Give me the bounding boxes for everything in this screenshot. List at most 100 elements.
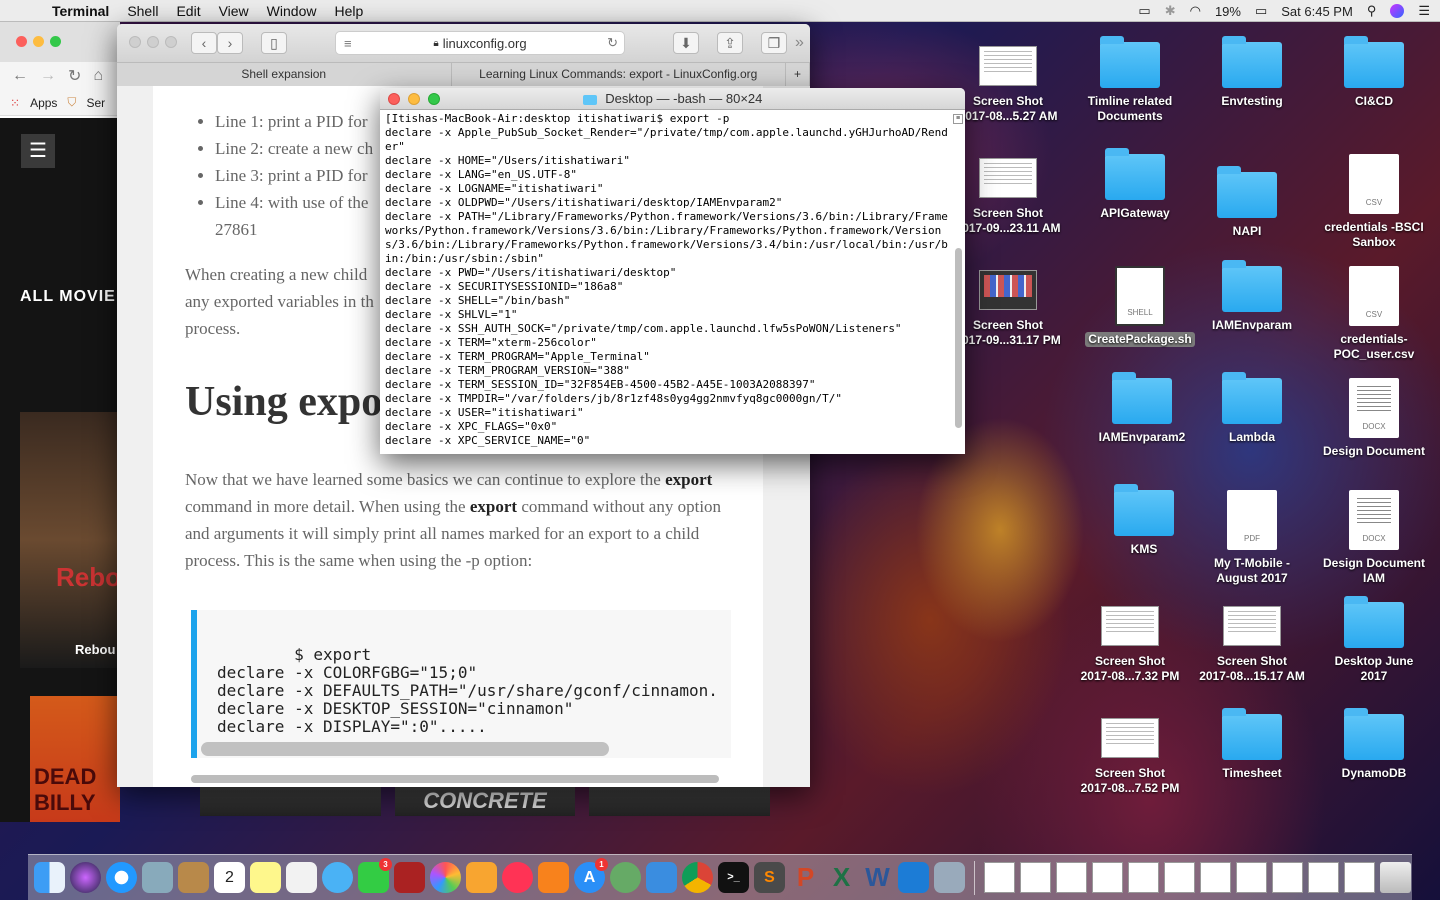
terminal-icon[interactable]: >_: [718, 862, 749, 893]
notification-center-icon[interactable]: ☰: [1418, 3, 1430, 19]
menu-help[interactable]: Help: [334, 3, 363, 19]
share-icon[interactable]: ⇪: [717, 32, 743, 54]
sublime-text-icon[interactable]: S: [754, 862, 785, 893]
minimized-window[interactable]: [1056, 862, 1087, 893]
desktop-item[interactable]: Timline related Documents: [1070, 36, 1190, 124]
desktop-item[interactable]: Lambda: [1192, 372, 1312, 445]
siri-icon[interactable]: [70, 862, 101, 893]
chrome-icon[interactable]: [682, 862, 713, 893]
tab-export[interactable]: Learning Linux Commands: export - LinuxC…: [452, 63, 786, 86]
powerpoint-icon[interactable]: P: [790, 862, 821, 893]
preview-icon[interactable]: [142, 862, 173, 893]
back-arrow-icon[interactable]: ←: [12, 67, 28, 85]
minimized-window[interactable]: [1092, 862, 1123, 893]
close-button[interactable]: [388, 93, 400, 105]
desktop-item[interactable]: Screen Shot 2017-08...5.27 AM: [948, 42, 1068, 124]
desktop-item[interactable]: Timesheet: [1192, 708, 1312, 781]
pages-icon[interactable]: [466, 862, 497, 893]
app-store-icon[interactable]: A1: [574, 858, 608, 893]
new-tab-plus-icon[interactable]: +: [786, 63, 810, 86]
desktop-item[interactable]: APIGateway: [1075, 148, 1195, 221]
ibooks-icon[interactable]: [538, 862, 569, 893]
menu-app-name[interactable]: Terminal: [52, 3, 109, 19]
reminders-icon[interactable]: [286, 862, 317, 893]
desktop-item[interactable]: Screen Shot 2017-08...7.52 PM: [1070, 714, 1190, 796]
photos-icon[interactable]: [430, 862, 461, 893]
facetime-icon[interactable]: 3: [358, 858, 392, 893]
hamburger-menu-icon[interactable]: ☰: [21, 134, 55, 168]
system-preferences-icon[interactable]: [610, 862, 641, 893]
spotlight-icon[interactable]: ⚲: [1367, 3, 1377, 19]
excel-icon[interactable]: X: [826, 862, 857, 893]
bookmark-apps[interactable]: Apps: [30, 96, 57, 110]
desktop-item[interactable]: Screen Shot 2017-08...7.32 PM: [1070, 602, 1190, 684]
terminal-output[interactable]: [Itishas-MacBook-Air:desktop itishatiwar…: [385, 112, 949, 448]
movie-poster[interactable]: DEAD BILLY: [30, 696, 120, 822]
movie-poster[interactable]: Reboo Rebou: [20, 412, 137, 668]
chrome-close-button[interactable]: [16, 36, 27, 47]
chrome-zoom-button[interactable]: [50, 36, 61, 47]
reload-icon[interactable]: ↻: [68, 66, 81, 86]
minimized-window[interactable]: [1236, 862, 1267, 893]
battery-icon[interactable]: ▭: [1255, 3, 1267, 19]
minimized-window[interactable]: [1272, 862, 1303, 893]
minimized-window[interactable]: [1200, 862, 1231, 893]
desktop-item[interactable]: Screen Shot 2017-08...15.17 AM: [1192, 602, 1312, 684]
desktop-item[interactable]: Screen Shot 2017-09...31.17 PM: [948, 266, 1068, 348]
wifi-icon[interactable]: ◠: [1190, 3, 1201, 19]
desktop-item[interactable]: CSV credentials- POC_user.csv: [1314, 266, 1434, 362]
minimized-document[interactable]: [984, 862, 1015, 893]
desktop-item[interactable]: IAMEnvparam: [1192, 260, 1312, 333]
desktop-item[interactable]: NAPI: [1187, 166, 1307, 239]
movie-poster[interactable]: [200, 786, 381, 816]
notes-icon[interactable]: [250, 862, 281, 893]
shield-icon[interactable]: ⛉: [67, 95, 76, 110]
word-icon[interactable]: W: [862, 862, 893, 893]
minimized-window[interactable]: [1128, 862, 1159, 893]
desktop-item[interactable]: SHELL CreatePackage.sh: [1080, 266, 1200, 347]
terminal-scrollbar[interactable]: [955, 248, 962, 428]
menu-shell[interactable]: Shell: [127, 3, 158, 19]
desktop-item[interactable]: CI&CD: [1314, 36, 1434, 109]
photo-booth-icon[interactable]: [394, 862, 425, 893]
chrome-minimize-button[interactable]: [33, 36, 44, 47]
tab-shell-expansion[interactable]: Shell expansion: [117, 63, 452, 86]
movie-poster[interactable]: CONCRETE: [394, 786, 576, 816]
desktop-item[interactable]: CSV credentials -BSCI Sanbox: [1314, 154, 1434, 250]
keynote-icon[interactable]: [646, 862, 677, 893]
safari-window-controls[interactable]: [129, 35, 183, 51]
minimized-window[interactable]: [1164, 862, 1195, 893]
back-button[interactable]: ‹: [191, 32, 217, 54]
zoom-button[interactable]: [428, 93, 440, 105]
forward-arrow-icon[interactable]: →: [40, 67, 56, 85]
desktop-item[interactable]: Screen Shot 2017-09...23.11 AM: [948, 154, 1068, 236]
desktop-item[interactable]: Desktop June 2017: [1314, 596, 1434, 684]
reload-icon[interactable]: ↻: [607, 35, 618, 51]
calendar-icon[interactable]: 2: [214, 862, 245, 893]
image-capture-icon[interactable]: [934, 862, 965, 893]
desktop-item[interactable]: PDF My T-Mobile - August 2017: [1192, 490, 1312, 586]
desktop-item[interactable]: Envtesting: [1192, 36, 1312, 109]
contacts-icon[interactable]: [178, 862, 209, 893]
siri-icon[interactable]: [1390, 4, 1405, 18]
minimized-document[interactable]: [1344, 862, 1375, 893]
forward-button[interactable]: ›: [217, 32, 243, 54]
messages-icon[interactable]: [322, 862, 353, 893]
clock[interactable]: Sat 6:45 PM: [1281, 4, 1353, 19]
desktop-item[interactable]: IAMEnvparam2: [1082, 372, 1202, 445]
bookmark-partial[interactable]: Ser: [86, 96, 105, 110]
address-bar[interactable]: ≡ 🔒︎ linuxconfig.org ↻: [335, 31, 625, 55]
minimized-window[interactable]: [1308, 862, 1339, 893]
downloads-icon[interactable]: ⬇: [673, 32, 699, 54]
reader-lines-icon[interactable]: ≡: [344, 36, 352, 51]
minimized-window[interactable]: [1020, 862, 1051, 893]
menu-view[interactable]: View: [219, 3, 249, 19]
airplay-icon[interactable]: ▭: [1138, 3, 1150, 19]
itunes-icon[interactable]: [502, 862, 533, 893]
menu-window[interactable]: Window: [267, 3, 317, 19]
menu-edit[interactable]: Edit: [176, 3, 200, 19]
sidebar-toggle-icon[interactable]: ▯: [261, 32, 287, 54]
xcode-icon[interactable]: [898, 862, 929, 893]
code-scrollbar[interactable]: [201, 742, 609, 756]
minimize-button[interactable]: [408, 93, 420, 105]
